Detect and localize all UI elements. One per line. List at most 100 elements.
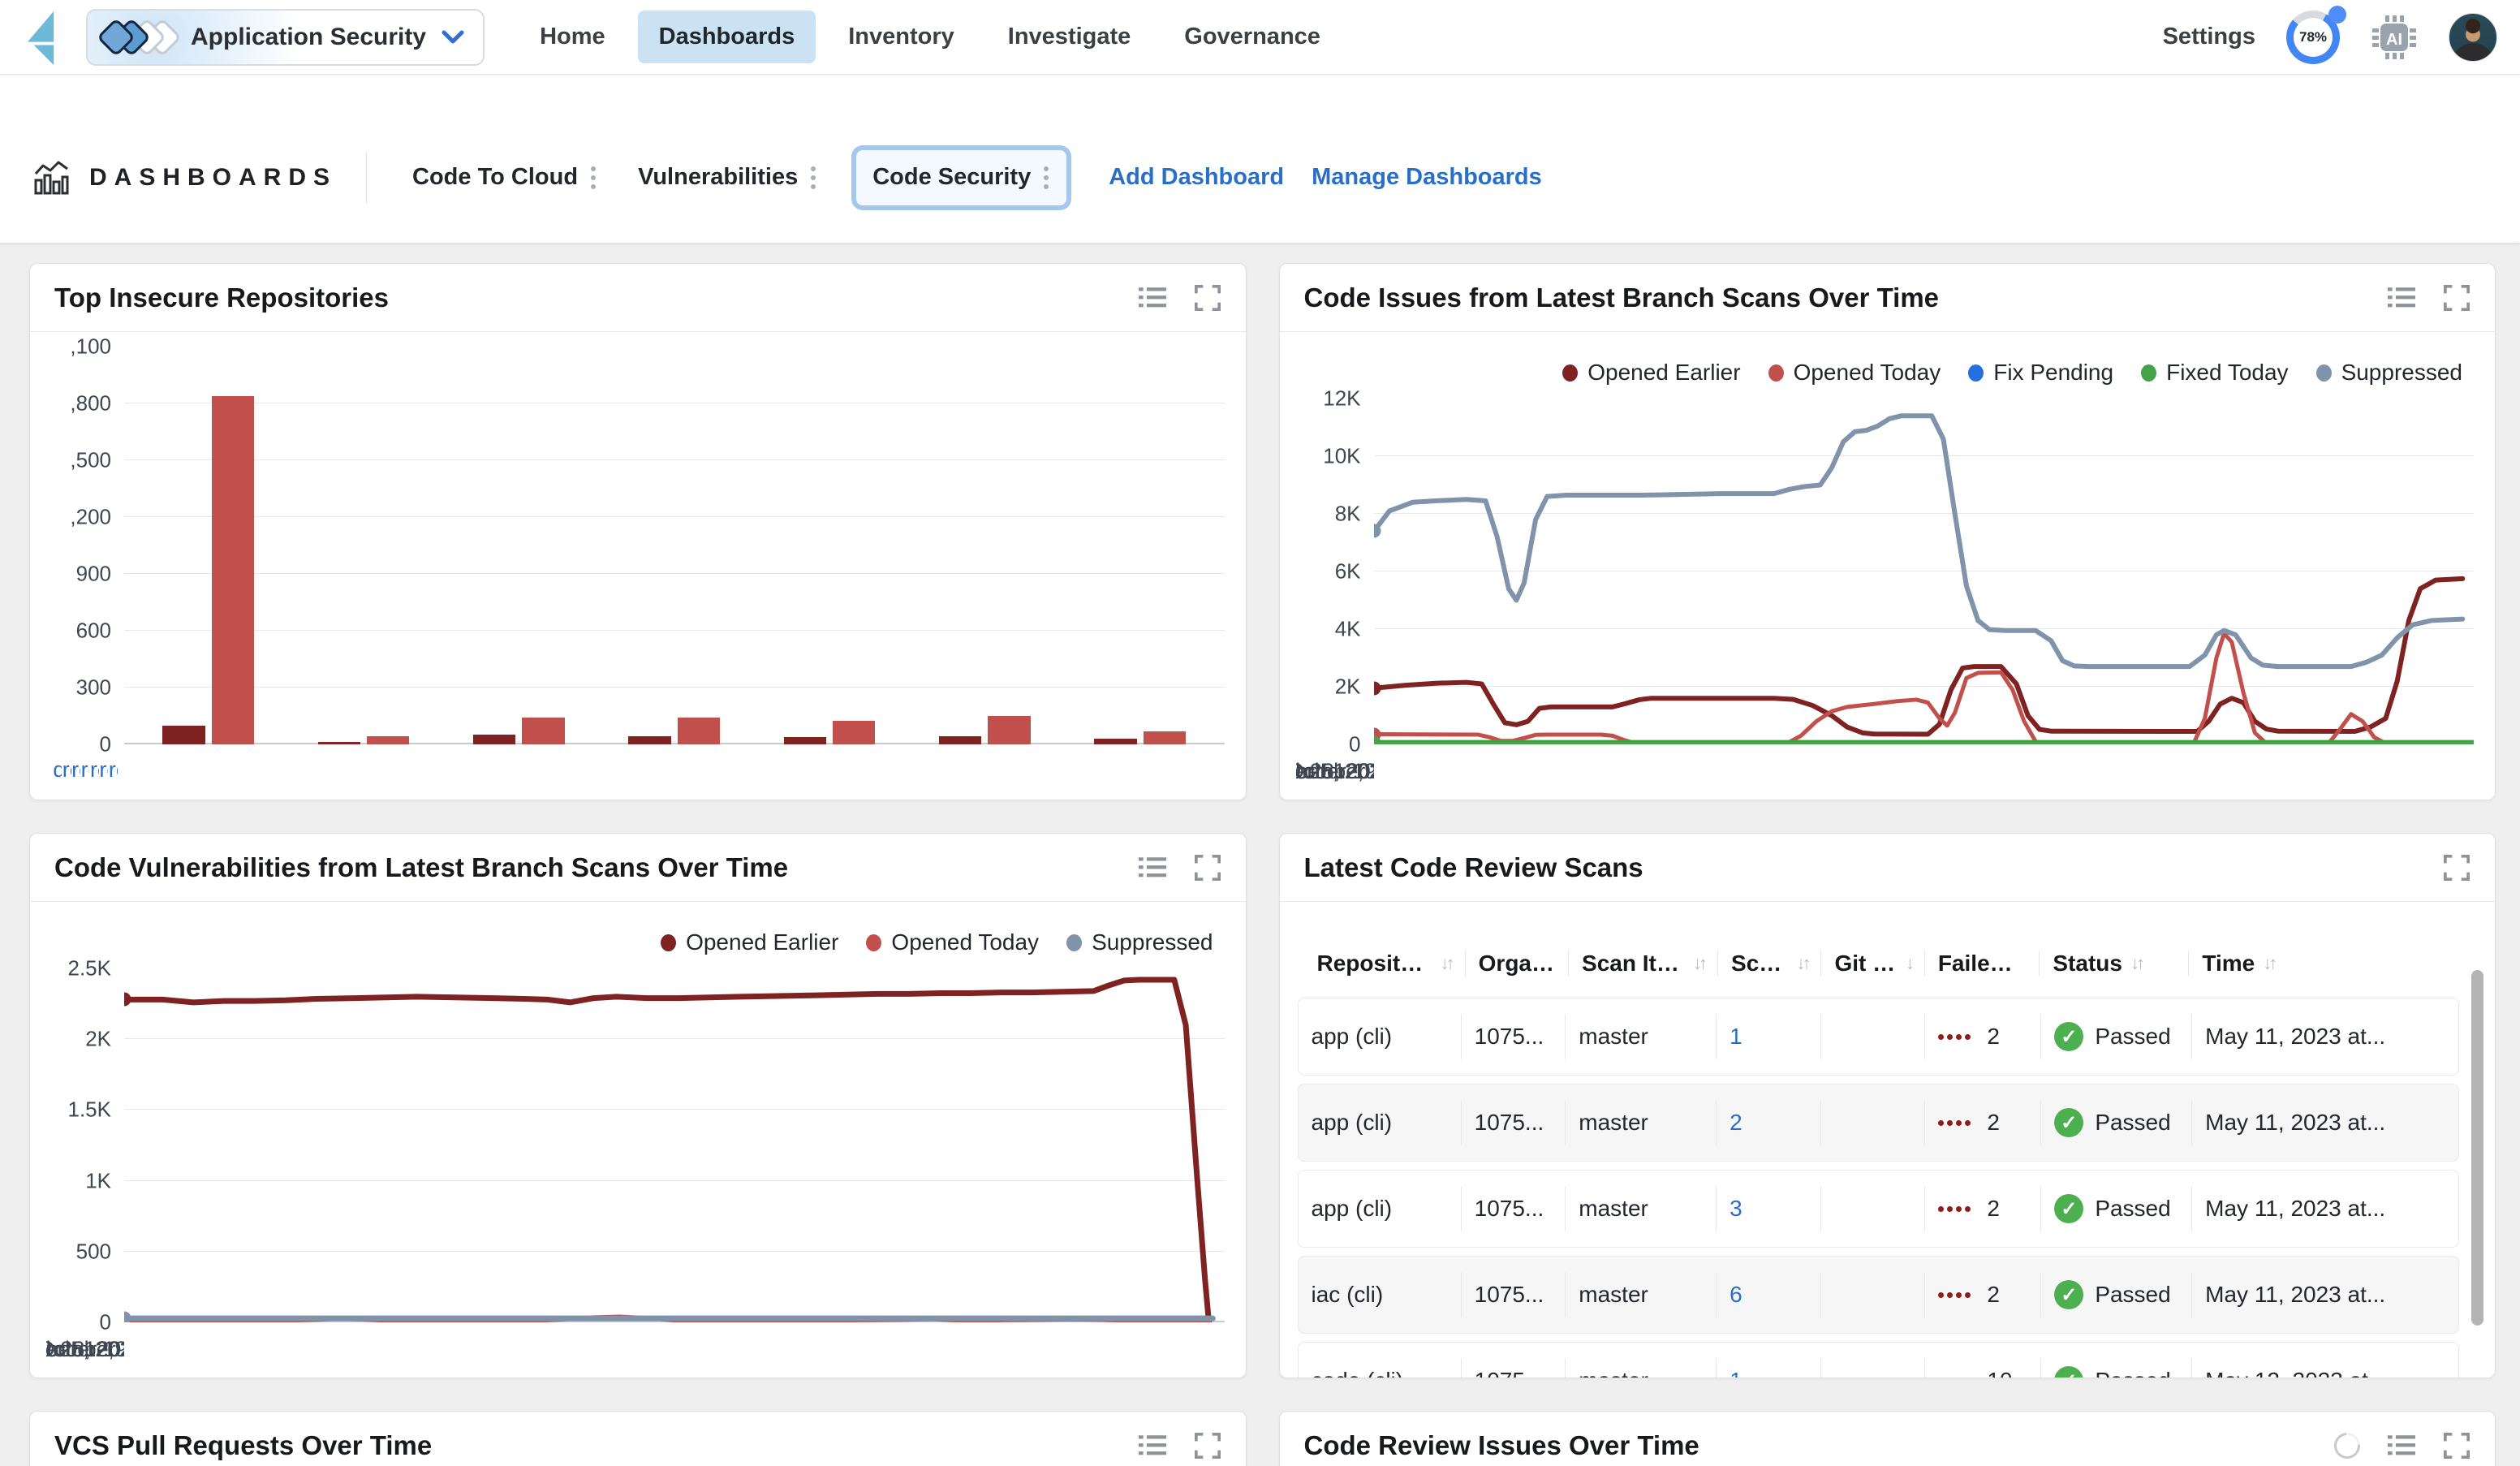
bar-groups <box>124 347 1225 744</box>
table-row[interactable]: app (cli) 1075... master 3 2 ✓Passed May… <box>1298 1170 2460 1248</box>
add-dashboard-link[interactable]: Add Dashboard <box>1109 164 1284 191</box>
scan-id-link[interactable]: 3 <box>1730 1196 1742 1222</box>
bar-group <box>162 347 255 744</box>
table-scrollbar[interactable] <box>2471 970 2483 1326</box>
status-passed-icon: ✓ <box>2054 1194 2083 1223</box>
kebab-menu-icon[interactable] <box>809 163 817 192</box>
panel-title: Code Review Issues Over Time <box>1304 1430 1699 1461</box>
top-navigation-bar: Application Security Home Dashboards Inv… <box>0 0 2520 75</box>
bar-category-link[interactable]: recardolabs/su... <box>71 757 80 783</box>
sort-icon[interactable]: ↓↑ <box>1796 953 1807 974</box>
settings-button[interactable]: Settings <box>2163 24 2255 50</box>
sort-icon[interactable]: ↓↑ <box>2130 953 2142 974</box>
x-axis-labels: September 28, 2023October 5, 2023October… <box>46 1322 124 1369</box>
user-avatar[interactable] <box>2449 13 2497 62</box>
ai-copilot-icon[interactable]: AI <box>2371 14 2418 61</box>
nav-item-dashboards[interactable]: Dashboards <box>638 11 816 63</box>
bar <box>628 736 670 745</box>
y-tick-label: 2.5K <box>68 956 112 981</box>
legend-fix-pending[interactable]: Fix Pending <box>1968 360 2113 386</box>
manage-dashboards-link[interactable]: Manage Dashboards <box>1312 164 1542 191</box>
table-row[interactable]: iac (cli) 1075... master 6 2 ✓Passed May… <box>1298 1256 2460 1334</box>
nav-item-inventory[interactable]: Inventory <box>827 11 976 63</box>
table-row[interactable]: app (cli) 1075... master 2 2 ✓Passed May… <box>1298 1084 2460 1162</box>
line-series-svg <box>1374 399 2475 744</box>
ai-chip-text: AI <box>2386 31 2402 49</box>
panel-title: Top Insecure Repositories <box>54 282 389 313</box>
y-tick-label: 1K <box>85 1168 111 1193</box>
expand-icon[interactable] <box>1194 284 1221 312</box>
module-diamonds-icon <box>102 24 176 51</box>
panel-title: VCS Pull Requests Over Time <box>54 1430 432 1461</box>
tab-code-security[interactable]: Code Security <box>856 150 1066 205</box>
panel-code-issues-over-time: Code Issues from Latest Branch Scans Ove… <box>1279 263 2496 800</box>
list-view-icon[interactable] <box>2388 284 2415 312</box>
bar-category-link[interactable]: recardolabs/co... <box>81 757 90 783</box>
scan-id-link[interactable]: 1 <box>1730 1024 1742 1050</box>
nav-item-home[interactable]: Home <box>519 11 627 63</box>
sort-icon[interactable]: ↓↑ <box>1441 953 1452 974</box>
bar-category-link[interactable]: recardolabs/fr... <box>90 757 99 783</box>
list-view-icon[interactable] <box>2388 1432 2415 1460</box>
scan-id-link[interactable]: 2 <box>1730 1110 1742 1136</box>
chart-plot-area <box>1374 399 2475 744</box>
list-view-icon[interactable] <box>1139 284 1166 312</box>
y-axis-labels: 05001K1.5K2K2.5K <box>46 968 124 1322</box>
legend-opened-today[interactable]: Opened Today <box>1768 360 1941 386</box>
panel-latest-code-review-scans: Latest Code Review Scans Repository↓↑ Or… <box>1279 833 2496 1378</box>
expand-icon[interactable] <box>2443 284 2470 312</box>
expand-icon[interactable] <box>1194 854 1221 882</box>
bar-category-link[interactable]: recardolabs/te... <box>99 757 108 783</box>
nav-item-investigate[interactable]: Investigate <box>987 11 1152 63</box>
legend-opened-today[interactable]: Opened Today <box>866 929 1039 955</box>
list-view-icon[interactable] <box>1139 854 1166 882</box>
tab-code-to-cloud[interactable]: Code To Cloud <box>396 150 614 205</box>
bar <box>1144 731 1186 744</box>
sort-icon[interactable]: ↓↑ <box>1693 953 1704 974</box>
severity-dots-icon <box>1938 1120 1971 1126</box>
table-row[interactable]: code (cli) 1075... master 1 10 ✓Passed M… <box>1298 1342 2460 1378</box>
y-axis-labels: ,100,800,500,2009006003000 <box>46 347 124 744</box>
legend-suppressed[interactable]: Suppressed <box>1066 929 1213 955</box>
y-tick-label: 1.5K <box>68 1097 112 1123</box>
legend-fixed-today[interactable]: Fixed Today <box>2141 360 2288 386</box>
dashboards-title: DASHBOARDS <box>89 164 337 192</box>
dashboard-grid: Top Insecure Repositories ,100,800,500,2… <box>0 244 2520 1466</box>
expand-icon[interactable] <box>2443 1432 2470 1460</box>
usage-ring[interactable]: 78% <box>2286 11 2340 64</box>
expand-icon[interactable] <box>1194 1432 1221 1460</box>
legend-suppressed[interactable]: Suppressed <box>2316 360 2462 386</box>
tab-vulnerabilities[interactable]: Vulnerabilities <box>622 150 834 205</box>
table-header-row: Repository↓↑ Organizat Scan Item↓↑ Scan … <box>1298 951 2460 998</box>
expand-icon[interactable] <box>2443 854 2470 882</box>
kebab-menu-icon[interactable] <box>1042 163 1050 192</box>
module-selector[interactable]: Application Security <box>86 9 485 66</box>
x-axis-labels: September 28, 2023October 5, 2023October… <box>1296 744 1374 791</box>
bar-category-link[interactable]: dlpqa/pcs-data... <box>53 757 62 783</box>
table-row[interactable]: app (cli) 1075... master 1 2 ✓Passed May… <box>1298 998 2460 1076</box>
line-chart-code-issues: Opened Earlier Opened Today Fix Pending … <box>1296 347 2475 791</box>
y-tick-label: ,800 <box>70 391 111 416</box>
list-view-icon[interactable] <box>1139 1432 1166 1460</box>
scan-id-link[interactable]: 6 <box>1730 1282 1742 1308</box>
kebab-menu-icon[interactable] <box>589 163 597 192</box>
scan-id-link[interactable]: 1 <box>1730 1368 1742 1378</box>
usage-percent-label: 78% <box>2294 18 2333 57</box>
nav-item-governance[interactable]: Governance <box>1163 11 1342 63</box>
y-tick-label: 4K <box>1335 617 1361 642</box>
sort-icon[interactable]: ↓↑ <box>2263 953 2274 974</box>
chart-plot-area <box>124 968 1225 1322</box>
panel-code-review-issues: Code Review Issues Over Time <box>1279 1411 2496 1466</box>
bar-group <box>628 347 721 744</box>
legend-opened-earlier[interactable]: Opened Earlier <box>661 929 838 955</box>
chart-legend: Opened Earlier Opened Today Suppressed <box>46 916 1225 968</box>
bar-category-link[interactable]: recardolabs/ci... <box>109 757 118 783</box>
y-tick-label: 8K <box>1335 502 1361 527</box>
legend-opened-earlier[interactable]: Opened Earlier <box>1562 360 1740 386</box>
bar-category-link[interactable]: recardolabs/ba... <box>62 757 71 783</box>
bar-group <box>783 347 876 744</box>
prisma-cloud-logo-icon[interactable] <box>16 8 68 67</box>
sort-icon[interactable]: ↓ <box>1906 953 1911 974</box>
line-chart-code-vulnerabilities: Opened Earlier Opened Today Suppressed 0… <box>46 916 1225 1369</box>
y-tick-label: 10K <box>1323 444 1360 469</box>
